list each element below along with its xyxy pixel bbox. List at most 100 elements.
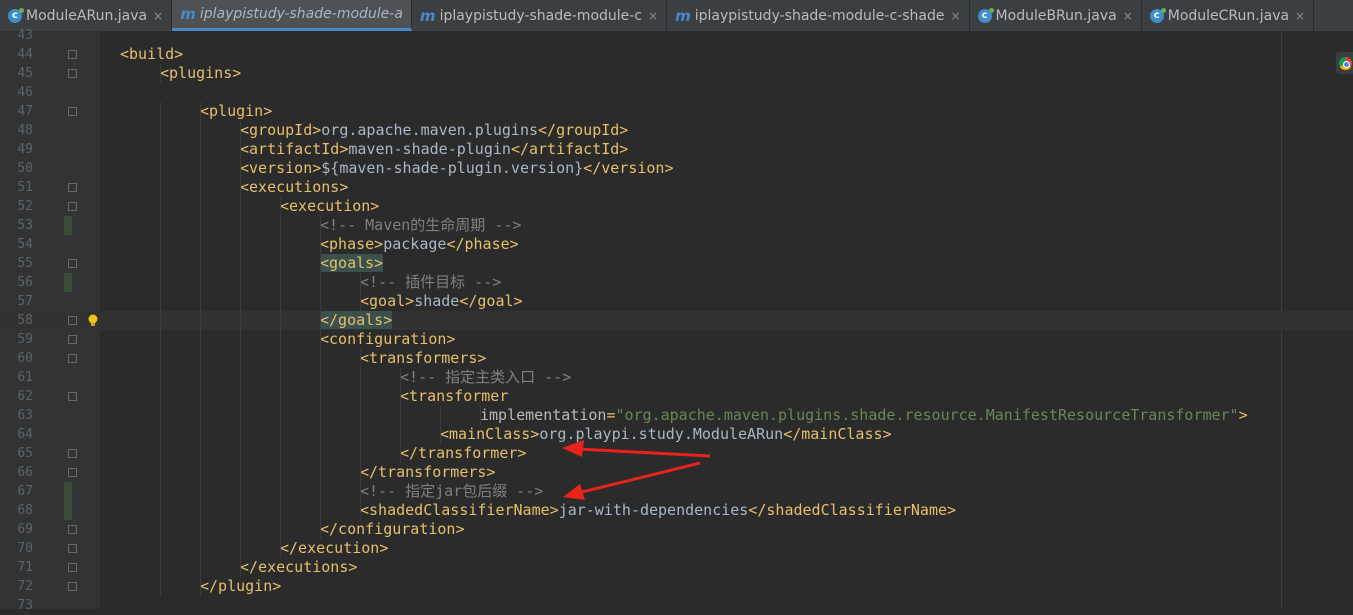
indent-guide (360, 406, 361, 425)
vcs-change-marker[interactable] (64, 216, 72, 235)
code-line[interactable]: 59 <configuration> (0, 330, 1353, 349)
code-line[interactable]: 73 (0, 596, 1353, 615)
code-line[interactable]: 53 <!-- Maven的生命周期 --> (0, 216, 1353, 235)
code-line[interactable]: 62 <transformer (0, 387, 1353, 406)
line-number: 69 (17, 522, 33, 537)
line-number: 47 (17, 104, 33, 119)
indent-guide (280, 235, 281, 254)
fold-toggle-icon[interactable] (68, 392, 77, 401)
matched-tag-highlight: </goals> (320, 311, 393, 329)
code-line[interactable]: 64 <mainClass>org.playpi.study.ModuleARun… (0, 425, 1353, 444)
code-line[interactable]: 67 <!-- 指定jar包后缀 --> (0, 482, 1353, 501)
code-line[interactable]: 58 </goals> (0, 311, 1353, 330)
maven-icon: m (180, 5, 196, 23)
fold-toggle-icon[interactable] (68, 525, 77, 534)
fold-toggle-icon[interactable] (68, 69, 77, 78)
code-text: <configuration> (320, 330, 455, 349)
indent-guide (240, 558, 241, 577)
fold-toggle-icon[interactable] (68, 582, 77, 591)
code-line[interactable]: 52 <execution> (0, 197, 1353, 216)
fold-toggle-icon[interactable] (68, 107, 77, 116)
indent-guide (360, 368, 361, 387)
indent-guide (280, 273, 281, 292)
close-tab-icon[interactable]: × (153, 9, 163, 23)
code-text: <shadedClassifierName>jar-with-dependenc… (360, 501, 956, 520)
code-text: </execution> (280, 539, 388, 558)
code-line[interactable]: 47 <plugin> (0, 102, 1353, 121)
close-tab-icon[interactable]: × (1123, 9, 1133, 23)
indent-guide (280, 197, 281, 216)
indent-guide (360, 273, 361, 292)
code-text: <version>${maven-shade-plugin.version}</… (240, 159, 674, 178)
code-token: </mainClass> (783, 425, 892, 443)
fold-toggle-icon[interactable] (68, 202, 77, 211)
code-token: implementation (480, 406, 607, 424)
close-tab-icon[interactable]: × (648, 9, 658, 23)
indent-guide (400, 444, 401, 463)
close-tab-icon[interactable]: × (1295, 9, 1305, 23)
code-line[interactable]: 71 </executions> (0, 558, 1353, 577)
code-token: <execution> (280, 197, 380, 215)
code-line[interactable]: 48 <groupId>org.apache.maven.plugins</gro… (0, 121, 1353, 140)
code-line[interactable]: 49 <artifactId>maven-shade-plugin</artifa… (0, 140, 1353, 159)
code-line[interactable]: 70 </execution> (0, 539, 1353, 558)
indent-guide (200, 463, 201, 482)
code-token: <executions> (240, 178, 349, 196)
code-line[interactable]: 51 <executions> (0, 178, 1353, 197)
code-line[interactable]: 61 <!-- 指定主类入口 --> (0, 368, 1353, 387)
code-token: <!-- 指定主类入口 --> (400, 368, 572, 386)
code-text: </transformers> (360, 463, 495, 482)
code-token: jar-with-dependencies (558, 501, 749, 519)
code-line[interactable]: 57 <goal>shade</goal> (0, 292, 1353, 311)
tab-label: ModuleBRun.java (995, 7, 1117, 24)
code-line[interactable]: 60 <transformers> (0, 349, 1353, 368)
code-token: org.playpi.study.ModuleARun (539, 425, 784, 443)
tab-label: ModuleARun.java (26, 7, 148, 24)
code-line[interactable]: 54 <phase>package</phase> (0, 235, 1353, 254)
line-number: 59 (17, 332, 33, 347)
indent-guide (320, 330, 321, 349)
code-line[interactable]: 44 <build> (0, 45, 1353, 64)
code-line[interactable]: 56 <!-- 插件目标 --> (0, 273, 1353, 292)
code-line[interactable]: 46 (0, 83, 1353, 102)
indent-guide (240, 501, 241, 520)
chrome-browser-icon[interactable] (1336, 52, 1353, 74)
fold-toggle-icon[interactable] (68, 183, 77, 192)
fold-toggle-icon[interactable] (68, 563, 77, 572)
fold-toggle-icon[interactable] (68, 544, 77, 553)
line-number: 56 (17, 275, 33, 290)
vcs-change-marker[interactable] (64, 273, 72, 292)
indent-guide (160, 330, 161, 349)
code-line[interactable]: 63 implementation="org.apache.maven.plugi… (0, 406, 1353, 425)
code-line[interactable]: 50 <version>${maven-shade-plugin.version}… (0, 159, 1353, 178)
indent-guide (440, 406, 441, 425)
intention-lightbulb-icon[interactable] (87, 313, 99, 327)
line-number: 44 (17, 47, 33, 62)
indent-guide (240, 368, 241, 387)
fold-toggle-icon[interactable] (68, 259, 77, 268)
fold-toggle-icon[interactable] (68, 354, 77, 363)
indent-guide (200, 197, 201, 216)
code-line[interactable]: 65 </transformer> (0, 444, 1353, 463)
fold-toggle-icon[interactable] (68, 449, 77, 458)
code-line[interactable]: 69 </configuration> (0, 520, 1353, 539)
code-line[interactable]: 66 </transformers> (0, 463, 1353, 482)
vcs-change-marker[interactable] (64, 482, 72, 501)
code-line[interactable]: 43 (0, 26, 1353, 45)
indent-guide (240, 520, 241, 539)
close-tab-icon[interactable]: × (950, 9, 960, 23)
fold-toggle-icon[interactable] (68, 468, 77, 477)
code-line[interactable]: 55 <goals> (0, 254, 1353, 273)
code-token: </version> (583, 159, 674, 177)
code-line[interactable]: 72 </plugin> (0, 577, 1353, 596)
fold-toggle-icon[interactable] (68, 335, 77, 344)
indent-guide (320, 444, 321, 463)
indent-guide (160, 121, 161, 140)
code-line[interactable]: 68 <shadedClassifierName>jar-with-depende… (0, 501, 1353, 520)
code-token: <transformer (400, 387, 509, 405)
code-line[interactable]: 45 <plugins> (0, 64, 1353, 83)
indent-guide (280, 520, 281, 539)
fold-toggle-icon[interactable] (68, 316, 77, 325)
fold-toggle-icon[interactable] (68, 50, 77, 59)
vcs-change-marker[interactable] (64, 501, 72, 520)
